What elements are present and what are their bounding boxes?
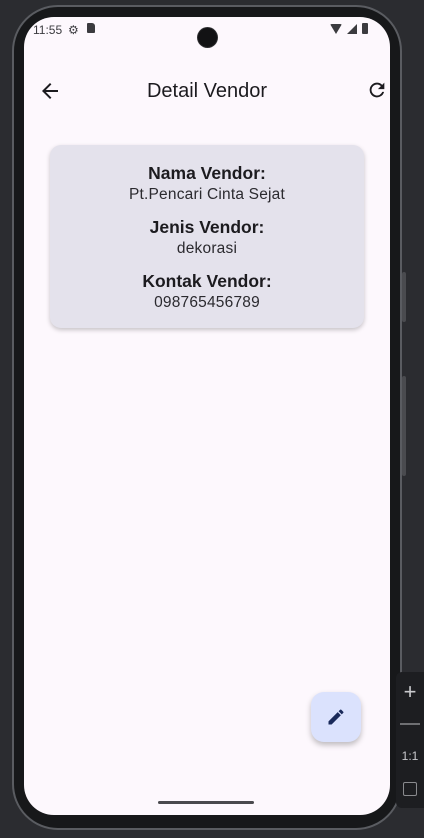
vendor-detail-card: Nama Vendor: Pt.Pencari Cinta Sejat Jeni…	[50, 145, 364, 328]
zoom-out-icon[interactable]	[400, 723, 420, 725]
app-bar: Detail Vendor	[24, 73, 390, 109]
wifi-icon	[330, 23, 342, 34]
edit-vendor-button[interactable]	[311, 692, 361, 742]
zoom-ratio-button[interactable]: 1:1	[396, 749, 424, 763]
emulator-side-toolbar: + 1:1	[396, 672, 424, 808]
cellular-signal-icon	[347, 23, 357, 34]
sd-card-icon	[87, 23, 95, 33]
status-time: 11:55	[33, 23, 63, 37]
vendor-type-value: dekorasi	[176, 240, 238, 257]
refresh-icon[interactable]	[366, 79, 388, 101]
app-screen: 11:55 ⚙ Detail Vendor Nama Vendor: Pt.Pe…	[24, 17, 390, 815]
battery-icon	[362, 23, 368, 34]
vendor-name-label: Nama Vendor:	[148, 163, 266, 183]
vendor-contact-label: Kontak Vendor:	[142, 271, 272, 291]
page-title: Detail Vendor	[146, 80, 268, 102]
camera-cutout	[198, 28, 217, 47]
home-indicator[interactable]	[158, 801, 254, 804]
pencil-edit-icon	[328, 709, 344, 725]
power-rail	[402, 376, 406, 476]
gear-icon: ⚙	[68, 23, 79, 37]
status-right-icons	[330, 23, 368, 34]
vendor-type-label: Jenis Vendor:	[149, 217, 265, 237]
fit-screen-icon[interactable]	[403, 782, 417, 796]
vendor-name-value: Pt.Pencari Cinta Sejat	[128, 186, 286, 203]
zoom-in-icon[interactable]: +	[396, 680, 424, 704]
vendor-contact-value: 098765456789	[154, 294, 260, 311]
volume-rail	[402, 272, 406, 322]
